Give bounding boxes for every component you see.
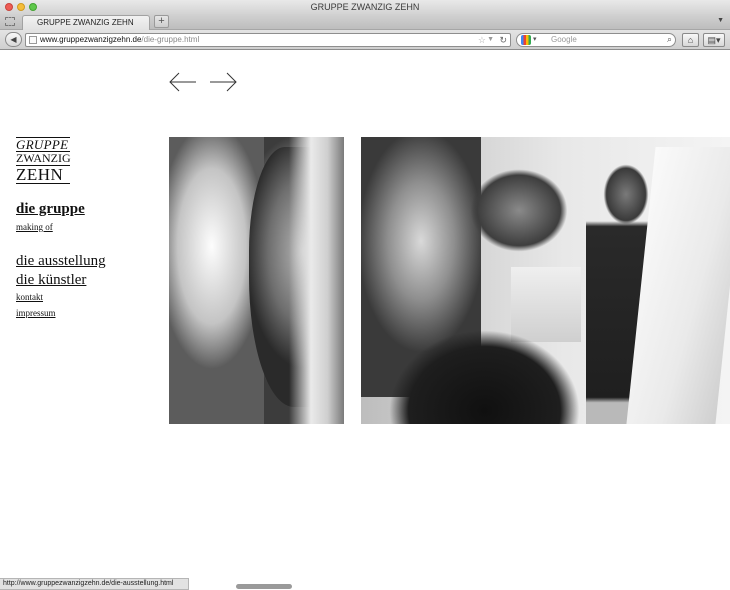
close-window-icon[interactable]	[5, 3, 13, 11]
photo-woman-figure	[381, 157, 611, 424]
tab-label: GRUPPE ZWANZIG ZEHN	[37, 18, 134, 27]
tab-overview-icon[interactable]	[5, 17, 15, 26]
window-titlebar: GRUPPE ZWANZIG ZEHN	[0, 0, 730, 14]
status-bar: http://www.gruppezwanzigzehn.de/die-auss…	[0, 578, 189, 590]
bookmarks-menu-button[interactable]: ▤▾	[703, 33, 725, 47]
tab-bar: GRUPPE ZWANZIG ZEHN + ▼	[0, 14, 730, 30]
gallery-photo-sculptures	[169, 137, 344, 424]
search-engine-chevron-down-icon[interactable]: ▾	[533, 34, 537, 46]
window-title: GRUPPE ZWANZIG ZEHN	[310, 2, 420, 12]
site-page-icon	[29, 36, 37, 44]
url-host: www.gruppezwanzigzehn.de	[40, 35, 142, 44]
navigation-toolbar: ◀ www.gruppezwanzigzehn.de/die-gruppe.ht…	[0, 30, 730, 50]
site-logo[interactable]: GRUPPE ZWANZIG ZEHN	[16, 137, 71, 184]
search-icon[interactable]: ⌕	[667, 33, 672, 45]
search-input[interactable]: ▾ Google ⌕	[516, 33, 676, 47]
next-arrow-icon[interactable]	[208, 72, 238, 92]
home-button[interactable]: ⌂	[682, 33, 699, 47]
google-search-engine-icon[interactable]	[521, 35, 531, 45]
nav-link-die-gruppe[interactable]: die gruppe	[16, 201, 85, 218]
back-button[interactable]: ◀	[5, 32, 22, 47]
tab-list-chevron-down-icon[interactable]: ▼	[717, 17, 724, 24]
new-tab-button[interactable]: +	[154, 15, 169, 28]
tab-gruppe-zwanzig-zehn[interactable]: GRUPPE ZWANZIG ZEHN	[22, 15, 150, 30]
address-bar[interactable]: www.gruppezwanzigzehn.de/die-gruppe.html…	[25, 33, 511, 47]
nav-link-die-kuenstler[interactable]: die künstler	[16, 272, 86, 289]
url-history-chevron-down-icon[interactable]: ▼	[487, 34, 494, 46]
url-path: /die-gruppe.html	[141, 35, 200, 44]
photo-background-light	[289, 137, 344, 424]
minimize-window-icon[interactable]	[17, 3, 25, 11]
nav-link-impressum[interactable]: impressum	[16, 308, 56, 318]
bookmark-star-icon[interactable]: ☆	[478, 34, 486, 46]
horizontal-scrollbar[interactable]	[236, 584, 292, 589]
zoom-window-icon[interactable]	[29, 3, 37, 11]
reload-icon[interactable]: ↻	[499, 34, 507, 46]
nav-link-making-of[interactable]: making of	[16, 222, 53, 232]
logo-line-zwanzig: ZWANZIG	[16, 151, 71, 165]
nav-link-kontakt[interactable]: kontakt	[16, 292, 43, 302]
search-placeholder: Google	[551, 35, 577, 44]
previous-arrow-icon[interactable]	[168, 72, 198, 92]
logo-line-zehn: ZEHN	[16, 165, 70, 184]
nav-link-die-ausstellung[interactable]: die ausstellung	[16, 253, 106, 270]
gallery-photo-artists-painting	[361, 137, 730, 424]
logo-line-gruppe: GRUPPE	[16, 137, 70, 152]
